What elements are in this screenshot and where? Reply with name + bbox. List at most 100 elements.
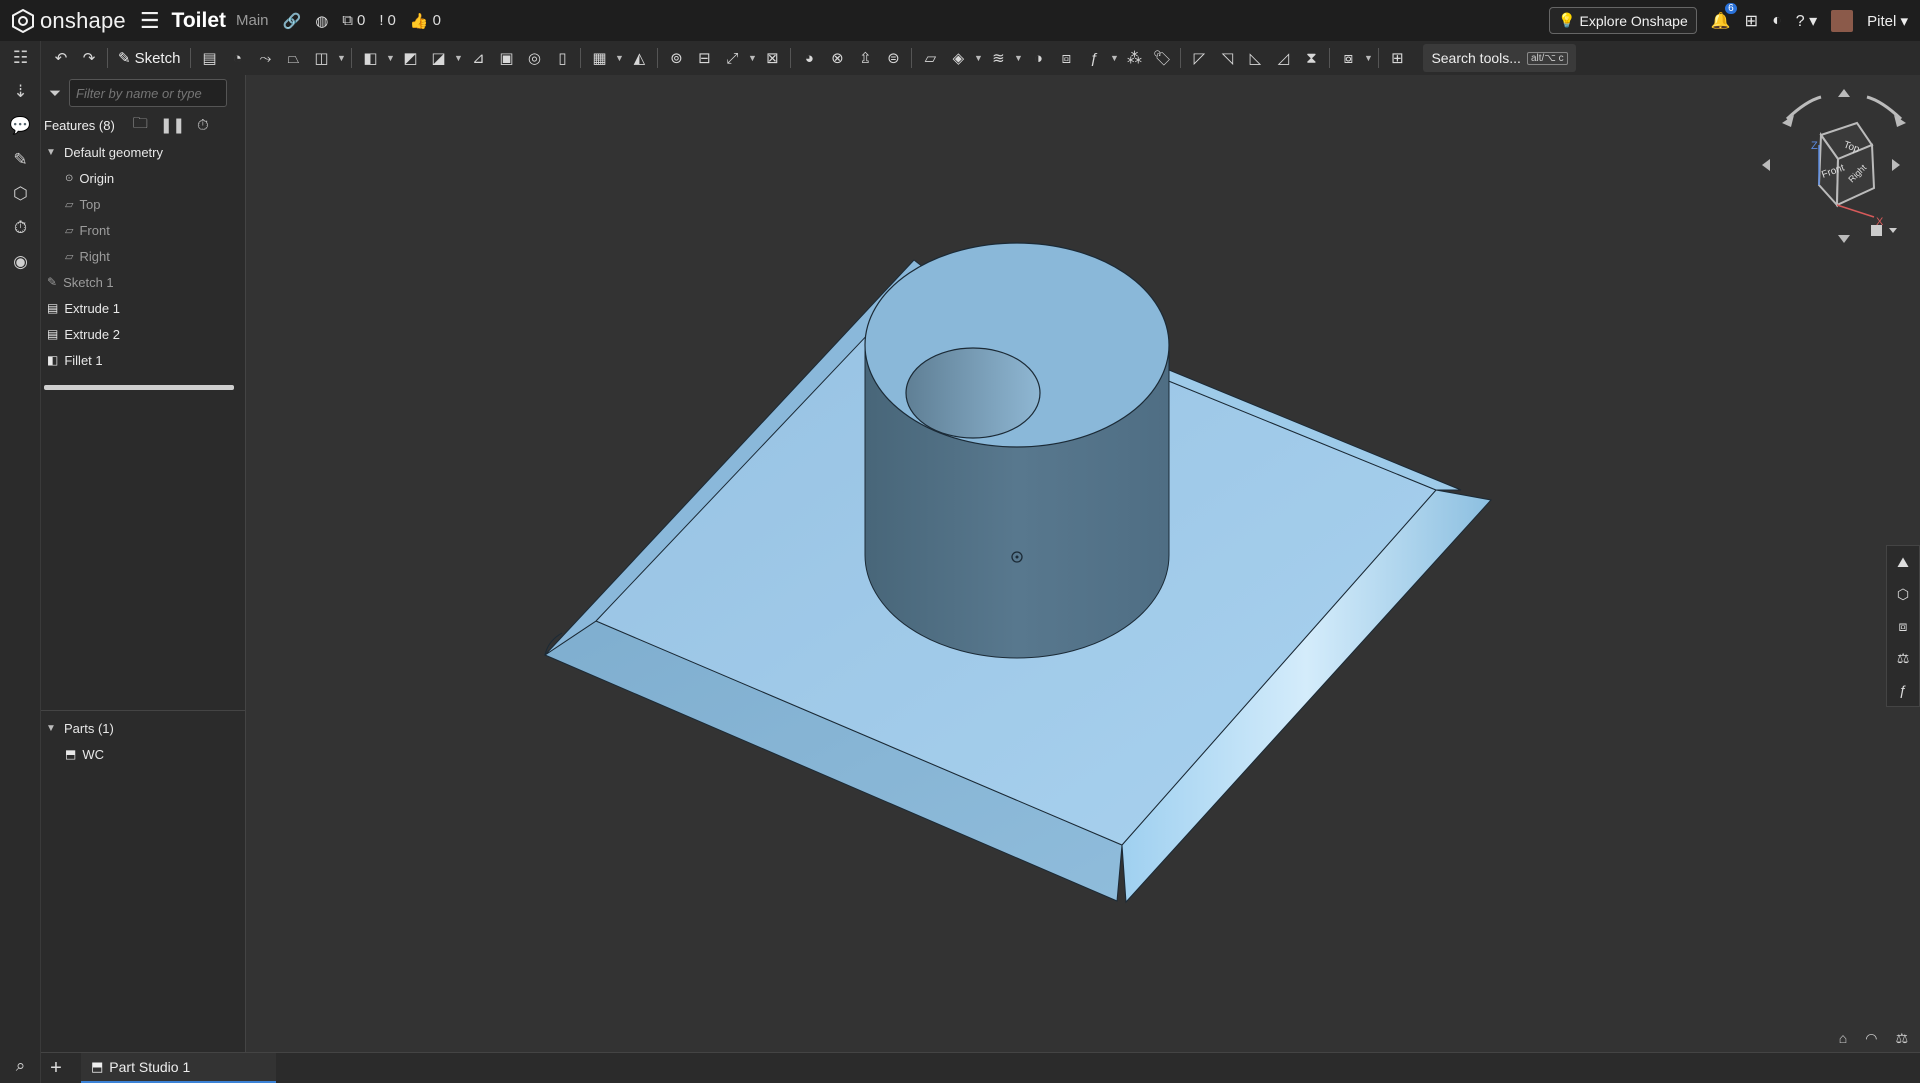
surface-icon[interactable]: ◸ xyxy=(1185,45,1213,71)
units-icon[interactable]: ⌂ xyxy=(1839,1030,1847,1047)
graphics-viewport[interactable]: Top Front Right Z X ⛰ ⬡ ⧈ ⚖ ƒ xyxy=(246,75,1920,1052)
add-custom-icon[interactable]: ⊞ xyxy=(1383,45,1411,71)
tree-item-sketch[interactable]: ✎ Sketch 1 xyxy=(41,269,245,295)
tab-part-studio[interactable]: ⬒ Part Studio 1 xyxy=(81,1053,276,1083)
globe-icon[interactable]: ◍ xyxy=(315,12,328,30)
chevron-down-icon[interactable]: ▼ xyxy=(613,53,625,63)
rollback-bar[interactable] xyxy=(44,385,234,390)
part-item[interactable]: ⬒ WC xyxy=(41,741,246,767)
chamfer-icon[interactable]: ◩ xyxy=(396,45,424,71)
chevron-down-icon[interactable]: ▼ xyxy=(452,53,464,63)
sweep-icon[interactable]: ⤳ xyxy=(251,45,279,71)
cylinder-body[interactable] xyxy=(864,242,1170,659)
mirror-icon[interactable]: ◭ xyxy=(625,45,653,71)
variables-icon[interactable]: ƒ xyxy=(1887,674,1919,706)
feature-list-icon[interactable]: ☷ xyxy=(0,41,41,75)
onshape-logo[interactable]: onshape xyxy=(12,8,126,34)
chevron-down-icon[interactable]: ▼ xyxy=(746,53,758,63)
draft-icon[interactable]: ◪ xyxy=(424,45,452,71)
sheet-metal-icon[interactable]: ◹ xyxy=(1213,45,1241,71)
section-icon[interactable]: ⧈ xyxy=(1052,45,1080,71)
help-icon[interactable]: ? ▾ xyxy=(1796,11,1817,31)
replace-face-icon[interactable]: ⊜ xyxy=(879,45,907,71)
tasks-button[interactable]: ! 0 xyxy=(379,12,396,29)
properties-icon[interactable]: ✎ xyxy=(0,143,41,177)
chevron-down-icon[interactable]: ▼ xyxy=(44,723,58,734)
view-options-icon[interactable] xyxy=(1871,225,1897,236)
appearance-icon[interactable]: ◉ xyxy=(0,245,41,279)
search-tools-input[interactable]: Search tools... alt/⌥ c xyxy=(1423,44,1576,72)
chevron-down-icon[interactable]: ▼ xyxy=(1108,53,1120,63)
appearance-panel-icon[interactable]: ⬡ xyxy=(1887,578,1919,610)
chevron-down-icon[interactable]: ▼ xyxy=(384,53,396,63)
chevron-down-icon[interactable]: ▼ xyxy=(972,53,984,63)
mass-properties-icon[interactable]: ⚖ xyxy=(1887,642,1919,674)
mate-connector-icon[interactable]: ◈ xyxy=(944,45,972,71)
cylinder-hole[interactable] xyxy=(905,347,1041,439)
frame-icon[interactable]: ◺ xyxy=(1241,45,1269,71)
versions-button[interactable]: ⧉ 0 xyxy=(342,12,365,29)
parts-icon[interactable]: ⬡ xyxy=(0,177,41,211)
fillet-icon[interactable]: ◧ xyxy=(356,45,384,71)
notifications-button[interactable]: 🔔 6 xyxy=(1711,2,1737,31)
rotate-right-arrow-icon[interactable] xyxy=(1866,95,1903,121)
redo-icon[interactable]: ↷ xyxy=(75,45,103,71)
add-tab-button[interactable]: + xyxy=(41,1057,71,1080)
balance-icon[interactable]: ⚖ xyxy=(1895,1030,1908,1047)
timer-icon[interactable]: ⏱ xyxy=(197,117,209,134)
model-canvas[interactable]: Top Front Right Z X xyxy=(246,75,1920,1052)
rotate-left-arrow-icon[interactable] xyxy=(1785,95,1822,121)
user-menu[interactable]: Pitel ▾ xyxy=(1867,12,1908,30)
filter-input[interactable] xyxy=(69,79,228,107)
new-folder-icon[interactable]: 🗀 xyxy=(133,113,148,138)
hole-icon[interactable]: ◎ xyxy=(520,45,548,71)
branch-name[interactable]: Main xyxy=(236,12,269,29)
cylinder-icon[interactable]: ▯ xyxy=(548,45,576,71)
move-face-icon[interactable]: ⇫ xyxy=(851,45,879,71)
menu-icon[interactable]: ☰ xyxy=(140,8,160,34)
view-left-arrow-icon[interactable] xyxy=(1762,159,1770,171)
wrap-icon[interactable]: ⧗ xyxy=(1297,45,1325,71)
tree-item-fillet[interactable]: ◧ Fillet 1 xyxy=(41,347,245,373)
parts-header[interactable]: ▼ Parts (1) xyxy=(41,715,246,741)
tree-item-extrude[interactable]: ▤ Extrude 2 xyxy=(41,321,245,347)
chevron-down-icon[interactable]: ▼ xyxy=(1362,53,1374,63)
chevron-down-icon[interactable]: ▼ xyxy=(1012,53,1024,63)
revolve-icon[interactable]: ◔ xyxy=(223,45,251,71)
delete-part-icon[interactable]: ⊠ xyxy=(758,45,786,71)
avatar[interactable] xyxy=(1831,9,1854,32)
configure-icon[interactable]: ⁂ xyxy=(1120,45,1148,71)
filter-icon[interactable]: ⏷ xyxy=(49,85,61,102)
default-geometry-row[interactable]: ▼ Default geometry xyxy=(41,139,245,165)
link-icon[interactable]: 🔗 xyxy=(283,12,302,30)
insert-icon[interactable]: ⇣ xyxy=(0,75,41,109)
variable-icon[interactable]: ƒ xyxy=(1080,45,1108,71)
view-down-arrow-icon[interactable] xyxy=(1838,235,1850,243)
measure-panel-icon[interactable]: ◠ xyxy=(1865,1030,1877,1047)
extrude-icon[interactable]: ▤ xyxy=(195,45,223,71)
custom-feature-icon[interactable]: ⧇ xyxy=(1334,45,1362,71)
measure-icon[interactable]: ◑ xyxy=(1024,45,1052,71)
loft-icon[interactable]: ⏢ xyxy=(279,45,307,71)
transform-icon[interactable]: ⤢ xyxy=(718,45,746,71)
tree-item-plane[interactable]: ▱ Top xyxy=(41,191,245,217)
comments-icon[interactable]: 💬 xyxy=(0,109,41,143)
delete-face-icon[interactable]: ⊗ xyxy=(823,45,851,71)
chevron-down-icon[interactable]: ▼ xyxy=(335,53,347,63)
history-icon[interactable]: ⏱ xyxy=(0,211,41,245)
plane-icon[interactable]: ▱ xyxy=(916,45,944,71)
learning-icon[interactable]: ◐ xyxy=(1772,12,1782,30)
render-icon[interactable]: ⛰ xyxy=(1887,546,1919,578)
search-icon[interactable]: ⌕ xyxy=(0,1049,41,1083)
like-button[interactable]: 👍 0 xyxy=(410,12,441,30)
chevron-down-icon[interactable]: ▼ xyxy=(44,147,58,158)
undo-icon[interactable]: ↶ xyxy=(47,45,75,71)
view-cube[interactable]: Top Front Right Z X xyxy=(1762,89,1906,243)
explode-icon[interactable]: ⧈ xyxy=(1887,610,1919,642)
tag-icon[interactable]: 🏷 xyxy=(1148,45,1176,71)
tree-item-origin[interactable]: ⊙ Origin xyxy=(41,165,245,191)
tree-item-plane[interactable]: ▱ Front xyxy=(41,217,245,243)
app-store-icon[interactable]: ⊞ xyxy=(1745,11,1758,31)
split-icon[interactable]: ⊟ xyxy=(690,45,718,71)
weld-icon[interactable]: ◿ xyxy=(1269,45,1297,71)
